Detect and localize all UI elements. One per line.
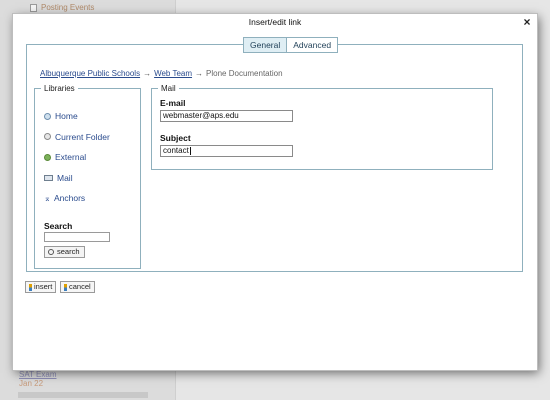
library-item-current-folder[interactable]: Current Folder	[44, 127, 110, 148]
background-event-link[interactable]: Posting Events	[30, 3, 94, 12]
subject-label: Subject	[160, 133, 191, 143]
libraries-fieldset: Libraries Home Current Folder External M…	[34, 84, 141, 269]
home-icon	[44, 112, 51, 120]
document-icon	[30, 3, 37, 12]
background-date: Jan 22	[19, 379, 44, 388]
mail-fieldset: Mail E-mail webmaster@aps.edu Subject co…	[151, 84, 493, 170]
library-item-label: External	[55, 152, 87, 163]
background-sat-link[interactable]: SAT Exam	[19, 370, 57, 379]
cancel-button-label: cancel	[69, 282, 91, 291]
tab-bar: General Advanced	[243, 37, 339, 53]
text-caret	[189, 146, 191, 155]
search-button[interactable]: search	[44, 246, 85, 258]
libraries-list: Home Current Folder External Mail ⌅ Anch…	[44, 106, 110, 209]
search-label: Search	[44, 221, 73, 231]
library-item-label: Anchors	[54, 193, 86, 204]
breadcrumb: Albuquerque Public Schools → Web Team → …	[40, 69, 283, 78]
library-item-label: Mail	[57, 172, 73, 183]
email-label: E-mail	[160, 98, 186, 108]
email-value: webmaster@aps.edu	[163, 111, 239, 120]
email-field[interactable]: webmaster@aps.edu	[160, 110, 293, 122]
insert-button[interactable]: insert	[25, 281, 57, 293]
close-button[interactable]: ×	[521, 15, 533, 29]
insert-link-dialog: Insert/edit link × General Advanced Albu…	[13, 14, 537, 370]
subject-field[interactable]: contact	[160, 145, 293, 157]
globe-icon	[44, 153, 51, 161]
search-input[interactable]	[44, 232, 110, 242]
anchor-icon: ⌅	[44, 193, 51, 203]
subject-value: contact	[163, 146, 189, 155]
breadcrumb-link-web-team[interactable]: Web Team	[154, 69, 192, 78]
breadcrumb-separator: →	[143, 69, 152, 78]
insert-icon	[29, 283, 32, 291]
cancel-button[interactable]: cancel	[60, 281, 95, 293]
library-item-label: Current Folder	[55, 131, 110, 142]
magnifier-icon	[48, 249, 54, 255]
search-button-label: search	[57, 247, 80, 256]
breadcrumb-separator: →	[195, 69, 204, 78]
mail-icon	[44, 174, 53, 181]
insert-button-label: insert	[34, 282, 53, 291]
tab-general[interactable]: General	[244, 38, 288, 52]
dialog-title: Insert/edit link	[248, 17, 302, 27]
general-panel: General Advanced Albuquerque Public Scho…	[26, 37, 523, 272]
folder-icon	[44, 133, 51, 141]
mail-legend: Mail	[161, 84, 176, 93]
cancel-icon	[64, 283, 67, 291]
tab-advanced[interactable]: Advanced	[287, 38, 337, 52]
library-item-external[interactable]: External	[44, 147, 110, 168]
libraries-legend: Libraries	[44, 84, 75, 93]
breadcrumb-link-aps[interactable]: Albuquerque Public Schools	[40, 69, 140, 78]
breadcrumb-current: Plone Documentation	[206, 69, 283, 78]
library-item-home[interactable]: Home	[44, 106, 110, 127]
library-item-anchors[interactable]: ⌅ Anchors	[44, 188, 110, 209]
library-item-label: Home	[55, 111, 78, 122]
background-blurred-text	[18, 392, 148, 398]
library-item-mail[interactable]: Mail	[44, 168, 110, 189]
